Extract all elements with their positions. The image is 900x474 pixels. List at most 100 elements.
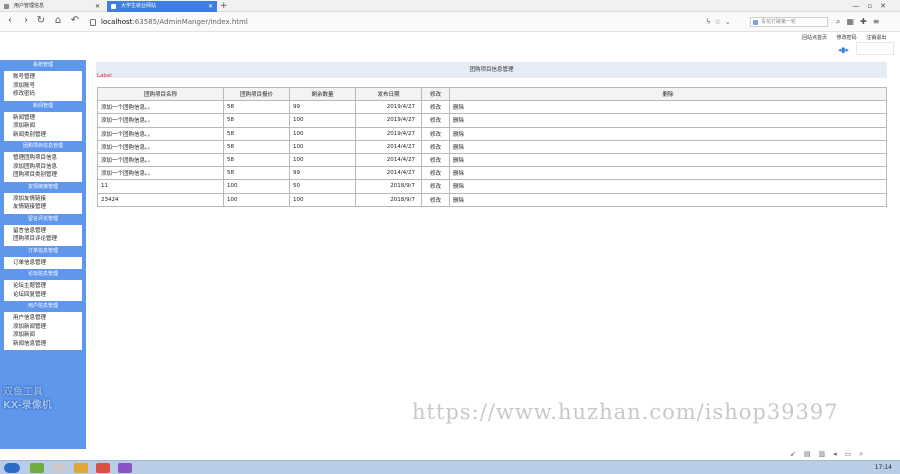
forward-icon[interactable]: › bbox=[20, 15, 32, 26]
browser-tab-user-info[interactable]: 用户管理信息 ✕ bbox=[0, 1, 104, 12]
menu-icon[interactable]: ≡ bbox=[873, 17, 886, 26]
sidebar-item[interactable]: 添加友情链接 bbox=[13, 195, 82, 204]
sidebar-item[interactable]: 添加团购项目信息 bbox=[13, 163, 82, 172]
delete-link[interactable]: 删除 bbox=[449, 100, 887, 115]
cell-name: 添加一个团购信息。。 bbox=[97, 100, 224, 115]
table-row: 添加一个团购信息。。 58 99 2019/4/27 修改 删除 bbox=[97, 100, 887, 115]
sidebar-section-header: 新闻管理 bbox=[32, 102, 53, 109]
sidebar-group: 用户信息管理 添加新闻管理 添加新闻 新闻信息管理 bbox=[4, 312, 82, 350]
edit-link[interactable]: 修改 bbox=[421, 113, 450, 128]
cell-price: 100 bbox=[223, 179, 290, 194]
app-icon[interactable] bbox=[118, 463, 132, 473]
sidebar-item[interactable]: 新闻类别管理 bbox=[13, 131, 82, 140]
browser-toolbar: ‹ › ↻ ⌂ ↶ localhost:63585/AdminManger/in… bbox=[0, 12, 900, 32]
sidebar-item[interactable]: 添加新闻管理 bbox=[13, 323, 82, 332]
start-icon[interactable] bbox=[4, 463, 20, 473]
sidebar-item[interactable]: 添加新闻 bbox=[13, 122, 82, 131]
minimize-icon[interactable]: — bbox=[852, 2, 867, 10]
edit-link[interactable]: 修改 bbox=[421, 126, 450, 141]
delete-link[interactable]: 删除 bbox=[449, 192, 887, 207]
col-header-price: 团购项目报价 bbox=[223, 86, 290, 102]
address-host: localhost bbox=[101, 18, 133, 26]
maximize-icon[interactable]: ▫ bbox=[867, 2, 880, 10]
close-window-icon[interactable]: ✕ bbox=[880, 2, 894, 10]
table-row: 添加一个团购信息。。 58 100 2019/4/27 修改 删除 bbox=[97, 126, 887, 141]
status-label: Label bbox=[97, 73, 112, 79]
delete-link[interactable]: 删除 bbox=[449, 113, 887, 128]
sidebar-item[interactable]: 修改密码 bbox=[13, 90, 82, 99]
sidebar-section-header: 订单信息管理 bbox=[27, 247, 58, 254]
sidebar-item[interactable]: 用户信息管理 bbox=[13, 314, 82, 323]
tools-icon[interactable]: ✚ bbox=[860, 17, 873, 26]
app-icon[interactable] bbox=[74, 463, 88, 473]
browser-tab-active[interactable]: 大学生就业网站 ✕ bbox=[107, 1, 217, 12]
sidebar-group: 新闻管理 添加新闻 新闻类别管理 bbox=[4, 111, 82, 141]
cell-date: 2014/4/27 bbox=[355, 152, 422, 168]
lightning-icon[interactable]: ϟ bbox=[706, 18, 715, 26]
back-icon[interactable]: ‹ bbox=[4, 15, 16, 26]
sidebar-item[interactable]: 友情链接管理 bbox=[13, 203, 82, 212]
cell-remaining: 99 bbox=[289, 166, 356, 181]
search-input[interactable]: 青花打破第一轮 bbox=[750, 17, 828, 27]
sidebar-item[interactable]: 账号管理 bbox=[13, 73, 82, 82]
edit-link[interactable]: 修改 bbox=[421, 192, 450, 207]
cell-price: 58 bbox=[223, 126, 290, 141]
address-bar[interactable]: localhost:63585/AdminManger/index.html bbox=[90, 15, 730, 29]
close-icon[interactable]: ✕ bbox=[208, 1, 213, 12]
change-password-link[interactable]: 修改密码 bbox=[837, 35, 857, 41]
cell-price: 58 bbox=[223, 166, 290, 181]
sidebar-item[interactable]: 订单信息管理 bbox=[13, 259, 82, 268]
reload-icon[interactable]: ↻ bbox=[35, 15, 47, 26]
sidebar-item[interactable]: 留言信息管理 bbox=[13, 227, 82, 236]
cell-price: 100 bbox=[223, 192, 290, 207]
app-icon[interactable] bbox=[52, 463, 66, 473]
delete-link[interactable]: 删除 bbox=[449, 179, 887, 194]
logout-link[interactable]: 注销退出 bbox=[866, 35, 886, 41]
sidebar-item[interactable]: 论坛回复管理 bbox=[13, 291, 82, 300]
sidebar-item[interactable]: 论坛主题管理 bbox=[13, 282, 82, 291]
chevron-down-icon[interactable]: ⌄ bbox=[725, 18, 735, 26]
sidebar-item[interactable]: 新闻信息管理 bbox=[13, 340, 82, 349]
edit-link[interactable]: 修改 bbox=[421, 166, 450, 181]
watermark-url: https://www.huzhan.com/ishop39397 bbox=[412, 400, 839, 424]
edit-link[interactable]: 修改 bbox=[421, 100, 450, 115]
doc-icon[interactable]: ▤ bbox=[804, 450, 819, 458]
page-info-icon[interactable] bbox=[90, 18, 96, 26]
sidebar-group: 管理团购项目信息 添加团购项目信息 团购项目类别管理 bbox=[4, 152, 82, 182]
edit-link[interactable]: 修改 bbox=[421, 139, 450, 154]
home-icon[interactable]: ⌂ bbox=[52, 15, 64, 26]
apps-icon[interactable]: ▦ bbox=[846, 17, 860, 26]
audio-icon[interactable]: ◂▮▸ bbox=[838, 46, 849, 54]
window-icon[interactable]: ▭ bbox=[845, 450, 860, 458]
close-icon[interactable]: ✕ bbox=[95, 1, 100, 12]
sidebar-group: 账号管理 添加账号 修改密码 bbox=[4, 71, 82, 101]
edit-link[interactable]: 修改 bbox=[421, 152, 450, 168]
top-field[interactable] bbox=[856, 42, 894, 55]
delete-link[interactable]: 删除 bbox=[449, 126, 887, 141]
browser-app-icon[interactable] bbox=[96, 463, 110, 473]
sidebar-item[interactable]: 新闻管理 bbox=[13, 114, 82, 123]
delete-link[interactable]: 删除 bbox=[449, 166, 887, 181]
search-placeholder: 青花打破第一轮 bbox=[761, 19, 797, 25]
sidebar-item[interactable]: 管理团购项目信息 bbox=[13, 154, 82, 163]
sidebar-item[interactable]: 添加账号 bbox=[13, 82, 82, 91]
new-tab-button[interactable]: + bbox=[220, 0, 228, 12]
app-icon[interactable] bbox=[30, 463, 44, 473]
cell-remaining: 100 bbox=[289, 126, 356, 141]
sidebar-item[interactable]: 团购项目评论管理 bbox=[13, 235, 82, 244]
clock[interactable]: 17:14 bbox=[875, 464, 892, 471]
trash-icon[interactable]: ▥ bbox=[819, 450, 834, 458]
rocket-icon[interactable]: ➹ bbox=[790, 450, 804, 458]
search-icon[interactable]: ⌕ bbox=[836, 17, 846, 26]
undo-icon[interactable]: ↶ bbox=[69, 15, 81, 26]
delete-link[interactable]: 删除 bbox=[449, 139, 887, 154]
sidebar-item[interactable]: 团购项目类别管理 bbox=[13, 171, 82, 180]
home-link[interactable]: 回站点首页 bbox=[802, 35, 827, 41]
sound-icon[interactable]: ◂ bbox=[833, 450, 845, 458]
sidebar-item[interactable]: 添加新闻 bbox=[13, 331, 82, 340]
os-taskbar: 17:14 bbox=[0, 460, 900, 474]
star-icon[interactable]: ☆ bbox=[715, 18, 725, 26]
edit-link[interactable]: 修改 bbox=[421, 179, 450, 194]
delete-link[interactable]: 删除 bbox=[449, 152, 887, 168]
zoom-icon[interactable]: ⌕ bbox=[859, 450, 871, 458]
